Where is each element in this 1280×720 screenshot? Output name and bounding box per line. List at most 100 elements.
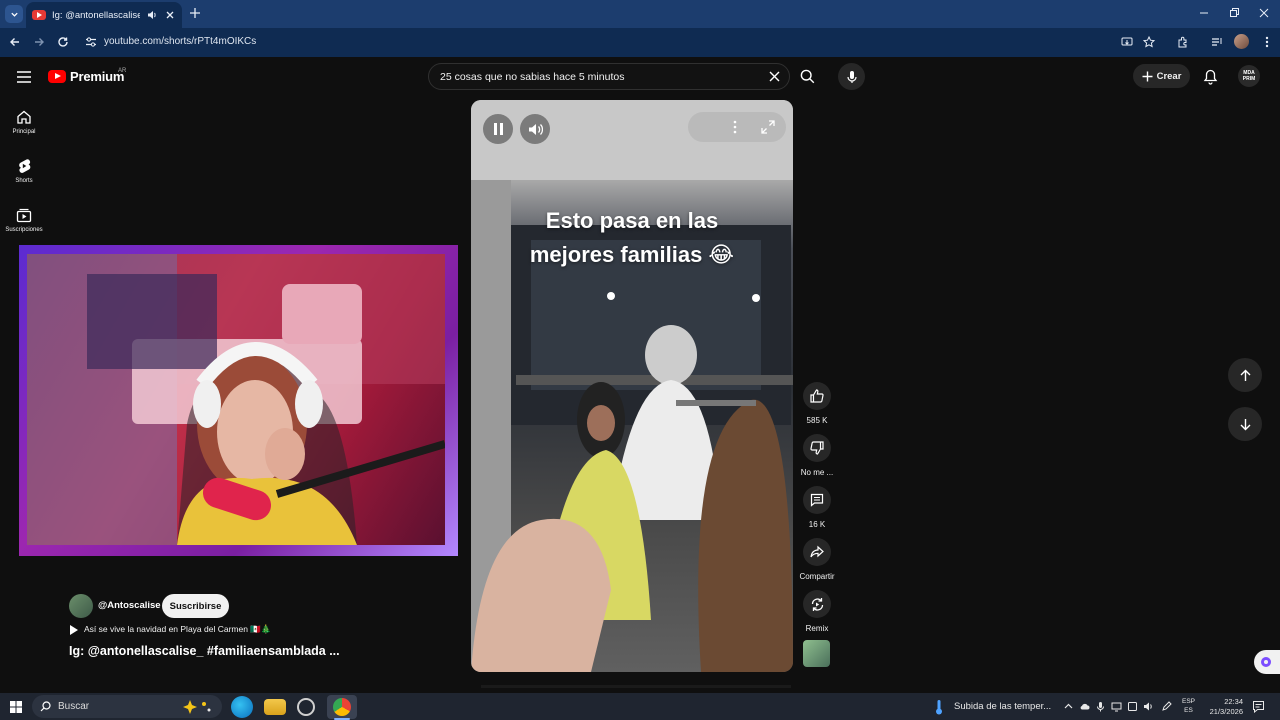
music-title: Así se vive la navidad en Playa del Carm… (84, 624, 272, 634)
more-options-icon[interactable] (732, 120, 738, 134)
channel-name[interactable]: @Antoscalise (98, 600, 161, 611)
caption-line-2: mejores familias 😂 (529, 242, 735, 267)
comments-button[interactable] (803, 486, 831, 514)
address-bar[interactable]: youtube.com/shorts/rPTt4mOIKCs (104, 36, 256, 47)
cloud-icon[interactable] (1079, 701, 1090, 712)
next-short-button[interactable] (1228, 407, 1262, 441)
microphone-icon (846, 70, 857, 83)
like-count: 585 K (806, 416, 828, 425)
media-controls-icon[interactable] (1210, 35, 1224, 49)
share-action[interactable]: Compartir (799, 538, 835, 581)
subscribe-button[interactable]: Suscribirse (162, 594, 229, 618)
dislike-action[interactable]: No me ... (799, 434, 835, 477)
previous-short-button[interactable] (1228, 358, 1262, 392)
dislike-label: No me ... (800, 468, 834, 477)
system-clock[interactable]: 22:34 21/3/2026 (1205, 697, 1243, 717)
clock-date: 21/3/2026 (1209, 707, 1243, 716)
chrome-app-icon[interactable] (333, 698, 351, 716)
notifications-bell-icon[interactable] (1203, 69, 1218, 85)
back-icon[interactable] (8, 35, 22, 49)
windows-start-icon[interactable] (10, 701, 22, 713)
video-progress-bar[interactable] (481, 685, 791, 688)
account-avatar[interactable]: MDA PRIM (1238, 65, 1260, 87)
fullscreen-icon[interactable] (761, 120, 775, 134)
video-frame-image (471, 100, 793, 672)
nav-item-suscripciones[interactable]: Suscripciones (0, 207, 48, 233)
install-app-icon[interactable] (1120, 35, 1134, 49)
youtube-header: Premium AR 25 cosas que no sabias hace 5… (0, 57, 1280, 97)
more-menu-icon[interactable] (1260, 35, 1274, 49)
close-window-icon[interactable] (1257, 6, 1271, 20)
minimize-icon[interactable] (1197, 6, 1211, 20)
comments-action[interactable]: 16 K (799, 486, 835, 529)
remix-button[interactable] (803, 590, 831, 618)
chevron-down-icon (10, 12, 18, 17)
sound-thumbnail[interactable] (803, 640, 830, 667)
create-button[interactable]: Crear (1133, 64, 1190, 88)
new-tab-icon[interactable] (188, 6, 202, 20)
share-button[interactable] (803, 538, 831, 566)
profile-avatar[interactable] (1234, 34, 1249, 49)
music-row[interactable]: Así se vive la navidad en Playa del Carm… (70, 624, 271, 635)
lang-top: ESP (1182, 698, 1196, 705)
clock-time: 22:34 (1224, 697, 1243, 706)
comments-count: 16 K (808, 520, 826, 529)
extensions-icon[interactable] (1176, 35, 1190, 49)
arrow-down-icon (1240, 418, 1250, 430)
taskbar-search-icon (40, 701, 51, 712)
nav-item-shorts[interactable]: Shorts (0, 158, 48, 184)
like-button[interactable] (803, 382, 831, 410)
nav-item-principal[interactable]: Principal (0, 109, 48, 135)
notification-center-icon[interactable] (1252, 700, 1265, 713)
close-tab-icon[interactable] (164, 9, 176, 21)
obs-app-icon[interactable] (297, 698, 315, 716)
keyboard-language[interactable]: ESP ES (1182, 697, 1195, 715)
site-info-icon[interactable] (84, 35, 98, 49)
shorts-icon (19, 159, 31, 173)
bookmark-star-icon[interactable] (1142, 35, 1156, 49)
search-box[interactable]: 25 cosas que no sabias hace 5 minutos (428, 63, 790, 90)
remix-action[interactable]: Remix (799, 590, 835, 633)
youtube-logo[interactable]: Premium (48, 69, 124, 84)
menu-icon[interactable] (17, 71, 31, 83)
speaker-icon[interactable] (146, 9, 158, 21)
reload-icon[interactable] (56, 35, 70, 49)
pause-button[interactable] (483, 114, 513, 144)
tray-chevron-icon[interactable] (1063, 701, 1074, 712)
clear-search-icon[interactable] (769, 71, 780, 82)
display-icon[interactable] (1111, 701, 1122, 712)
restore-icon[interactable] (1227, 6, 1241, 20)
short-video-player[interactable]: Esto pasa en las mejores familias 😂 (471, 100, 793, 672)
create-label: Crear (1156, 70, 1182, 82)
browser-tab-active[interactable]: Ig: @antonellascalise_ #fam (26, 2, 182, 28)
edge-app-icon[interactable] (231, 696, 253, 718)
share-arrow-icon (810, 545, 824, 558)
tray-microphone-icon[interactable] (1095, 701, 1106, 712)
logo-text: Premium (70, 69, 125, 84)
search-button[interactable] (790, 63, 824, 90)
channel-avatar[interactable] (69, 594, 93, 618)
like-action[interactable]: 585 K (799, 382, 835, 425)
tab-title: Ig: @antonellascalise_ #fam (52, 9, 140, 21)
forward-icon[interactable] (32, 35, 46, 49)
volume-tray-icon[interactable] (1143, 701, 1154, 712)
side-panel-chip[interactable] (1254, 650, 1280, 674)
tab-search-button[interactable] (5, 5, 23, 23)
volume-icon (528, 123, 543, 135)
sparkle-decoration-icon (183, 700, 211, 714)
comment-icon (810, 493, 824, 507)
play-music-icon (70, 624, 78, 635)
nav-label: Suscripciones (5, 227, 43, 233)
arrow-up-icon (1240, 369, 1250, 381)
youtube-play-icon (48, 70, 66, 83)
video-title[interactable]: Ig: @antonellascalise_ #familiaensamblad… (69, 644, 340, 658)
pen-icon[interactable] (1161, 701, 1172, 712)
volume-button[interactable] (520, 114, 550, 144)
voice-search-button[interactable] (838, 63, 865, 90)
search-input[interactable]: 25 cosas que no sabias hace 5 minutos (440, 71, 624, 83)
file-explorer-icon[interactable] (264, 699, 286, 715)
app-tray-icon[interactable] (1127, 701, 1138, 712)
weather-widget[interactable]: Subida de las temper... (954, 701, 1051, 712)
dislike-button[interactable] (803, 434, 831, 462)
taskbar-search-placeholder: Buscar (58, 701, 90, 712)
